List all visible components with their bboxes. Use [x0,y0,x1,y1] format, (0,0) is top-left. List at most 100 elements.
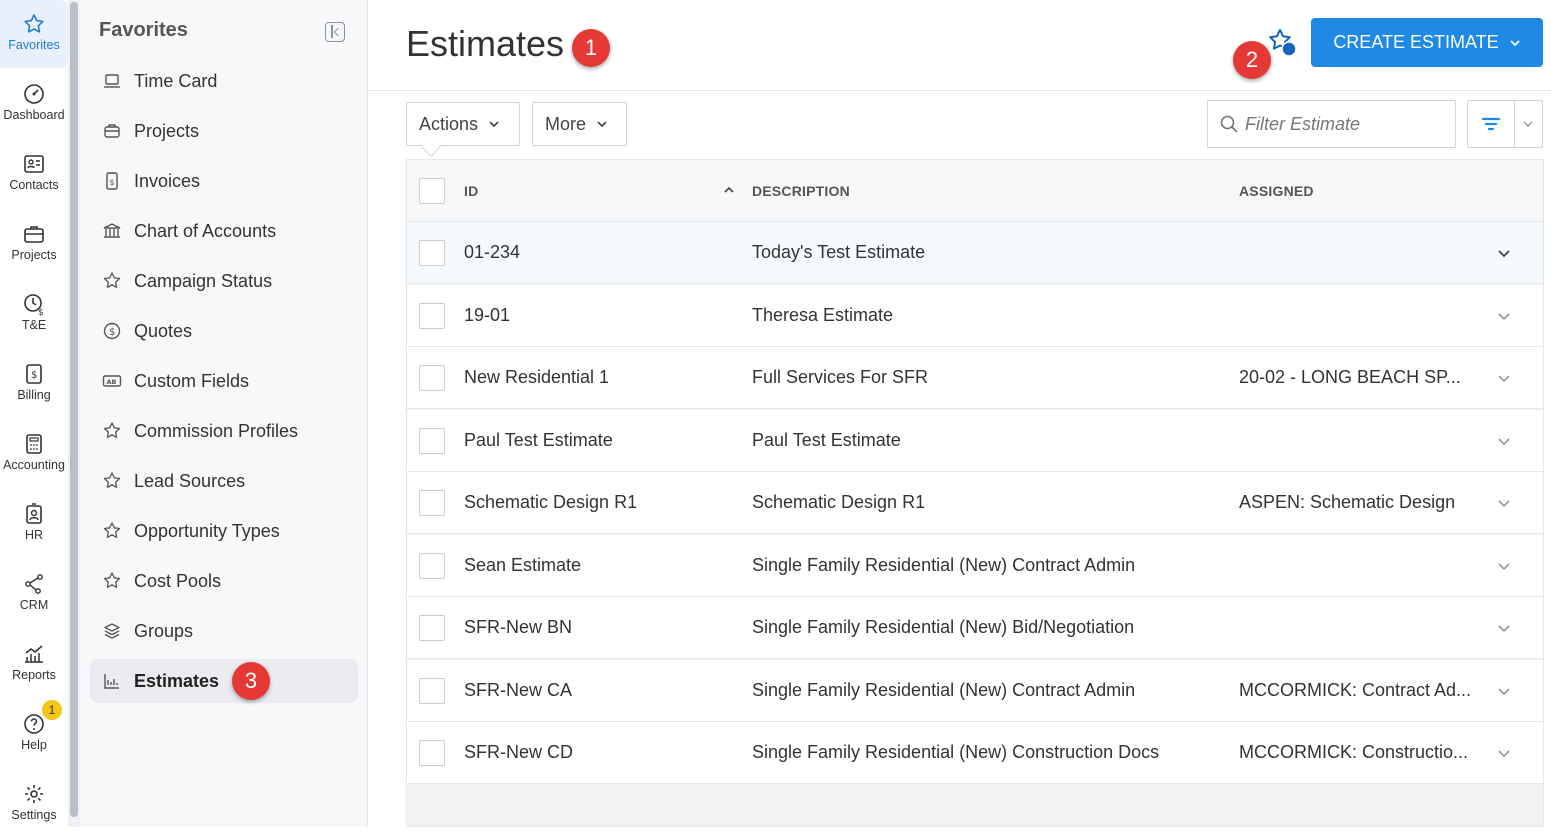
favorite-item-campaign-status[interactable]: Campaign Status [90,259,358,303]
favorite-item-custom-fields[interactable]: AB Custom Fields [90,359,358,403]
expand-row-chevron-icon[interactable] [1497,309,1511,323]
favorite-item-label: Custom Fields [134,370,250,391]
rail-item-label: HR [24,528,44,542]
row-checkbox[interactable] [419,678,445,704]
row-checkbox[interactable] [419,615,445,641]
sort-ascending-icon[interactable] [723,184,735,196]
svg-text:$: $ [31,370,37,381]
scrollbar-thumb[interactable] [70,2,78,817]
column-header-id[interactable]: ID [464,183,478,199]
favorite-item-label: Commission Profiles [134,420,299,441]
row-checkbox[interactable] [419,428,445,454]
favorite-item-estimates[interactable]: Estimates [90,659,358,703]
rail-item-crm[interactable]: CRM [0,560,68,628]
row-checkbox[interactable] [419,490,445,516]
expand-row-chevron-icon[interactable] [1497,496,1511,510]
filter-search-box[interactable] [1207,100,1456,148]
favorite-item-quotes[interactable]: $ Quotes [90,309,358,353]
favorite-item-cost-pools[interactable]: Cost Pools [90,559,358,603]
ab-field-icon: AB [102,375,122,387]
favorite-item-lead-sources[interactable]: Lead Sources [90,459,358,503]
help-notification-badge: 1 [42,700,62,720]
expand-row-chevron-icon[interactable] [1497,246,1511,260]
gear-icon [25,785,43,803]
table-row[interactable]: SFR-New CD Single Family Residential (Ne… [407,722,1543,784]
expand-row-chevron-icon[interactable] [1497,746,1511,760]
rail-item-label: Billing [17,388,51,402]
dollar-circle-icon: $ [103,322,121,340]
favorite-item-time-card[interactable]: Time Card [90,59,358,103]
rail-item-contacts[interactable]: Contacts [0,140,68,208]
row-checkbox[interactable] [419,740,445,766]
star-icon [103,272,121,288]
more-dropdown[interactable]: More [532,102,627,146]
cell-description: Today's Test Estimate [752,242,926,262]
expand-row-chevron-icon[interactable] [1497,684,1511,698]
column-header-assigned[interactable]: ASSIGNED [1239,183,1314,199]
rail-item-billing[interactable]: $ Billing [0,350,68,418]
rail-item-dashboard[interactable]: Dashboard [0,70,68,138]
favorite-item-commission-profiles[interactable]: Commission Profiles [90,409,358,453]
favorite-item-groups[interactable]: Groups [90,609,358,653]
expand-row-chevron-icon[interactable] [1497,621,1511,635]
add-favorite-star-icon[interactable] [1266,27,1298,59]
favorite-item-chart-of-accounts[interactable]: Chart of Accounts [90,209,358,253]
more-label: More [545,113,587,134]
row-checkbox[interactable] [419,553,445,579]
svg-text:$: $ [110,178,115,187]
favorite-item-projects[interactable]: Projects [90,109,358,153]
row-checkbox[interactable] [419,240,445,266]
calculator-icon [26,434,42,454]
filter-lines-icon[interactable] [1480,113,1502,135]
favorite-item-opportunity-types[interactable]: Opportunity Types [90,509,358,553]
chevron-down-icon [1510,39,1520,46]
expand-row-chevron-icon[interactable] [1497,371,1511,385]
cell-id: Sean Estimate [464,555,582,575]
select-all-checkbox[interactable] [419,178,445,204]
contact-card-icon [24,155,44,173]
expand-row-chevron-icon[interactable] [1497,559,1511,573]
create-estimate-button[interactable]: CREATE ESTIMATE [1311,18,1543,67]
favorite-item-invoices[interactable]: $ Invoices [90,159,358,203]
favorite-item-label: Chart of Accounts [134,220,277,241]
rail-item-projects[interactable]: Projects [0,210,68,278]
rail-item-accounting[interactable]: Accounting [0,420,68,488]
filter-estimate-input[interactable] [1245,113,1445,135]
rail-item-favorites[interactable]: Favorites [0,0,68,68]
rail-scrollbar[interactable] [68,0,80,827]
table-row[interactable]: New Residential 1 Full Services For SFR … [407,347,1543,409]
table-row[interactable]: SFR-New BN Single Family Residential (Ne… [407,597,1543,659]
table-row[interactable]: Paul Test Estimate Paul Test Estimate [407,410,1543,472]
chevron-down-icon[interactable] [1522,118,1534,130]
table-row[interactable]: Sean Estimate Single Family Residential … [407,535,1543,597]
rail-item-hr[interactable]: HR [0,490,68,558]
cell-id: New Residential 1 [464,367,610,387]
table-row[interactable]: SFR-New CA Single Family Residential (Ne… [407,660,1543,722]
annotation-marker-3: 3 [232,662,270,700]
rail-item-label: Favorites [8,38,60,52]
rail-item-reports[interactable]: Reports [0,630,68,698]
expand-row-chevron-icon[interactable] [1497,434,1511,448]
table-row[interactable]: Schematic Design R1 Schematic Design R1 … [407,472,1543,534]
collapse-panel-icon[interactable] [325,22,345,42]
favorite-item-label: Time Card [134,70,218,91]
rail-item-help[interactable]: Help 1 [0,700,68,768]
column-header-description[interactable]: DESCRIPTION [752,183,850,199]
invoice-icon: $ [26,364,42,384]
table-row[interactable]: 01-234 Today's Test Estimate [407,222,1543,284]
svg-text:$: $ [109,327,115,338]
cell-description: Full Services For SFR [752,367,929,387]
rail-item-settings[interactable]: Settings [0,770,68,838]
badge-person-icon [26,503,42,524]
row-checkbox[interactable] [419,303,445,329]
laptop-icon [104,74,120,88]
actions-dropdown[interactable]: Actions [406,102,520,146]
table-row[interactable]: 19-01 Theresa Estimate [407,285,1543,347]
help-icon [24,714,44,734]
filter-options-split-button [1467,100,1543,148]
row-checkbox[interactable] [419,365,445,391]
briefcase-icon [24,226,44,243]
rail-item-label: Accounting [3,458,65,472]
favorite-item-label: Opportunity Types [134,520,280,541]
rail-item-te[interactable]: $ T&E [0,280,68,348]
